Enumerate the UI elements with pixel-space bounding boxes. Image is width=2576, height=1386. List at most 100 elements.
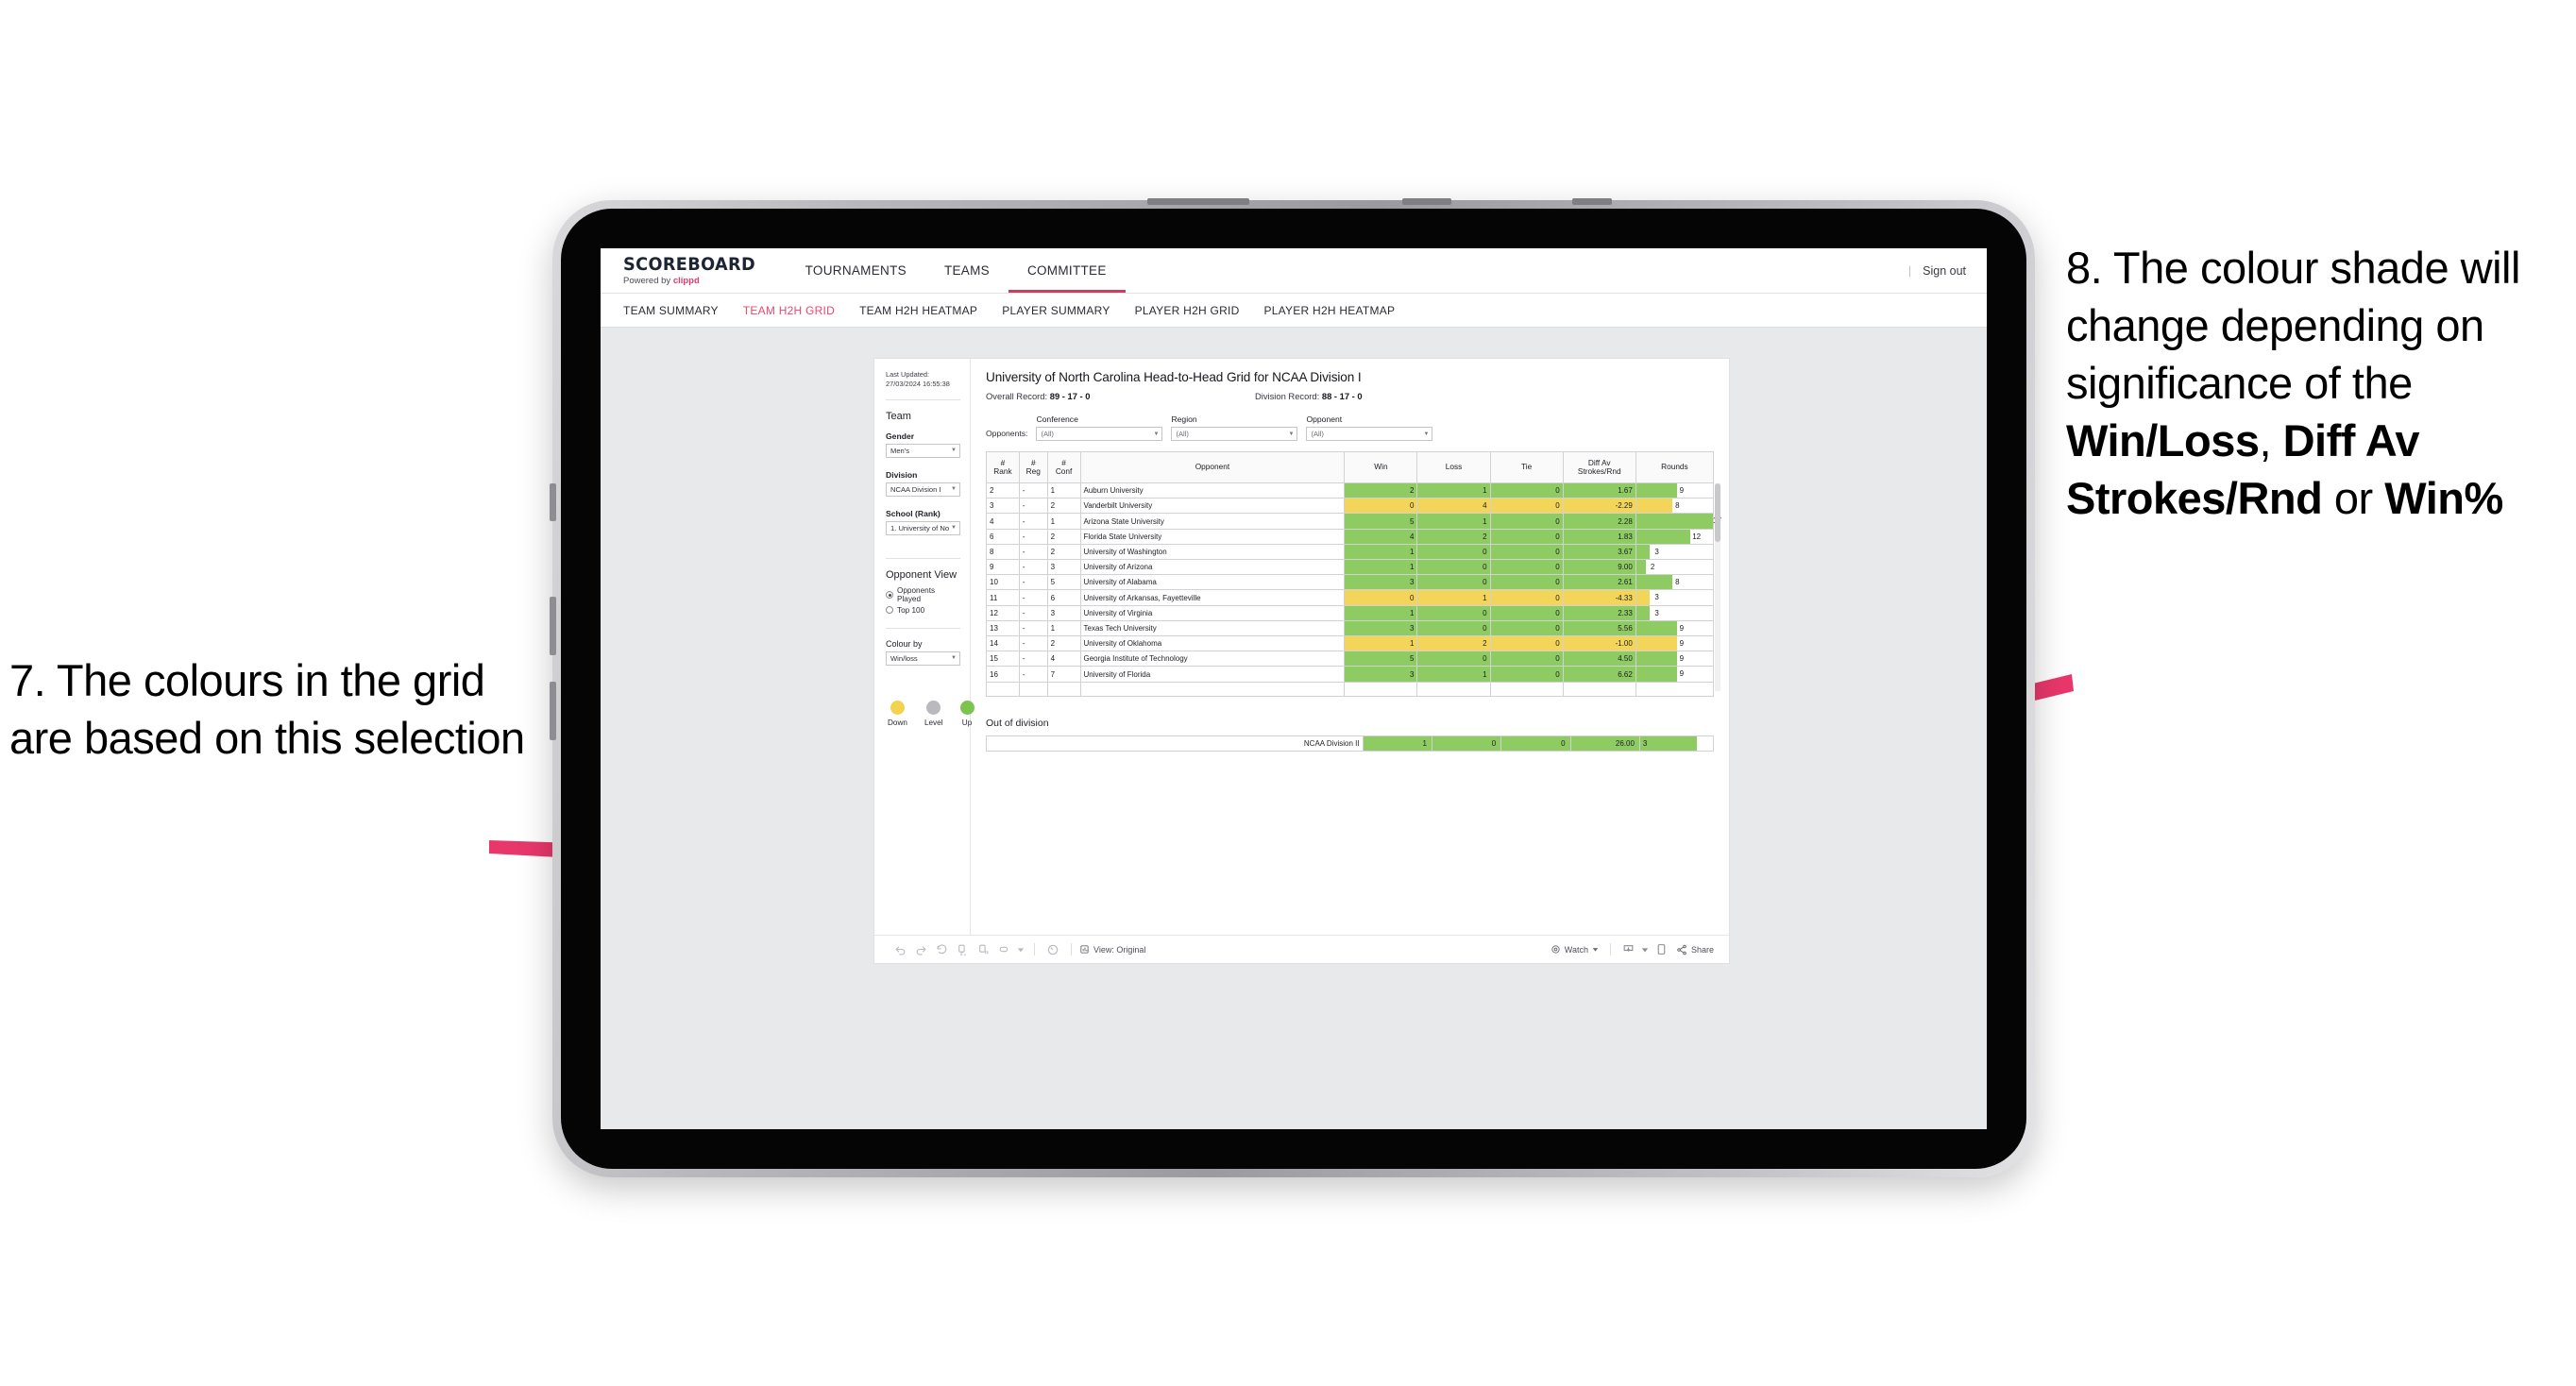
cell-rank: 2 xyxy=(986,482,1020,499)
tablet-screen: SCOREBOARD Powered by clippd TOURNAMENTS… xyxy=(601,248,1987,1129)
col-conf[interactable]: # Conf xyxy=(1046,451,1081,483)
cell-rank: 11 xyxy=(986,589,1020,606)
cell-reg: - xyxy=(1018,498,1048,515)
cell-loss: 0 xyxy=(1416,619,1491,637)
refresh-data-icon[interactable] xyxy=(952,939,973,960)
share-icon xyxy=(1677,944,1686,955)
subnav-team-h2h-grid[interactable]: TEAM H2H GRID xyxy=(743,304,835,317)
cell-conf: 2 xyxy=(1046,528,1081,545)
table-row[interactable]: 11-6 University of Arkansas, Fayetteville… xyxy=(986,589,1715,606)
school-rank-value: 1. University of Nort... xyxy=(890,523,950,532)
legend-label-level: Level xyxy=(924,718,943,727)
cell-reg: - xyxy=(1018,666,1048,683)
screenshot-root: 7. The colours in the grid are based on … xyxy=(0,0,2576,1386)
subnav-player-h2h-heatmap[interactable]: PLAYER H2H HEATMAP xyxy=(1264,304,1396,317)
annotation-left: 7. The colours in the grid are based on … xyxy=(9,655,525,764)
bezel-button-power[interactable] xyxy=(550,483,556,521)
table-row[interactable]: 4-1Arizona State University5102.2817 xyxy=(986,513,1721,530)
col-diff[interactable]: Diff Av Strokes/Rnd xyxy=(1562,451,1636,483)
col-rounds[interactable]: Rounds xyxy=(1635,451,1715,483)
undo-icon[interactable] xyxy=(890,939,910,960)
table-row[interactable]: 14-2 University of Oklahoma 1 2 0 -1.00 9 xyxy=(986,635,1715,652)
share-view-icon[interactable] xyxy=(993,939,1014,960)
filter-opponent-value: (All) xyxy=(1311,430,1324,438)
alerts-icon[interactable] xyxy=(1042,939,1063,960)
cell-tie: 0 xyxy=(1489,543,1564,561)
grid-scrollbar-thumb[interactable] xyxy=(1715,483,1720,542)
sign-out-link[interactable]: Sign out xyxy=(1923,264,1966,278)
chevron-down-icon: ▼ xyxy=(1423,431,1430,437)
col-rank[interactable]: # Rank xyxy=(986,451,1020,483)
table-row[interactable]: 10-5 University of Alabama 3 0 0 2.61 8 xyxy=(986,574,1715,591)
download-icon[interactable] xyxy=(1618,939,1639,960)
nav-committee[interactable]: COMMITTEE xyxy=(1008,248,1126,293)
col-loss[interactable]: Loss xyxy=(1416,451,1491,483)
watch-button[interactable]: Watch xyxy=(1551,944,1599,955)
radio-top-100[interactable]: Top 100 xyxy=(886,606,960,615)
table-row[interactable]: 16-7 University of Florida 3 1 0 6.62 9 xyxy=(986,666,1715,683)
table-row[interactable]: 9-3 University of Arizona 1 0 0 9.00 2 xyxy=(986,559,1715,576)
col-tie[interactable]: Tie xyxy=(1489,451,1564,483)
radio-icon-unselected xyxy=(886,606,893,615)
colour-by-select[interactable]: Win/loss ▼ xyxy=(886,651,960,666)
rounds-value: 9 xyxy=(1679,639,1685,649)
brand-logo[interactable]: SCOREBOARD Powered by clippd xyxy=(601,248,787,293)
division-select[interactable]: NCAA Division I ▼ xyxy=(886,482,960,497)
cell-opponent: University of Alabama xyxy=(1079,574,1346,591)
col-win[interactable]: Win xyxy=(1344,451,1418,483)
nav-teams[interactable]: TEAMS xyxy=(925,248,1008,293)
table-row[interactable]: 2-1 Auburn University 2 1 0 1.67 9 xyxy=(986,482,1715,499)
cell-rounds: 12 xyxy=(1635,528,1715,545)
radio-opponents-played[interactable]: Opponents Played xyxy=(886,586,960,603)
view-original-button[interactable]: View: Original xyxy=(1079,944,1145,955)
chevron-down-icon[interactable] xyxy=(1014,939,1026,960)
table-row[interactable]: NCAA Division II 1 0 0 26.00 3 xyxy=(986,735,1715,752)
division-record-label: Division Record: xyxy=(1255,391,1322,401)
table-row[interactable]: 6-2 Florida State University 4 2 0 1.83 12 xyxy=(986,528,1715,545)
pause-icon[interactable] xyxy=(973,939,993,960)
gender-select[interactable]: Men's ▼ xyxy=(886,443,960,458)
share-button[interactable]: Share xyxy=(1676,944,1714,955)
device-preview-icon[interactable] xyxy=(1652,939,1672,960)
table-header-row: # Rank # Reg # Conf Opponent Win Loss Tie xyxy=(986,451,1715,483)
rounds-bar xyxy=(1635,667,1677,682)
redo-icon[interactable] xyxy=(910,939,931,960)
cell-reg: - xyxy=(1018,528,1048,545)
bezel-button-volume-up[interactable] xyxy=(550,597,556,655)
records-row: Overall Record: 89 - 17 - 0 Division Rec… xyxy=(986,391,1714,401)
filter-conference-select[interactable]: (All) ▼ xyxy=(1036,427,1163,441)
table-row[interactable]: 13-1 Texas Tech University 3 0 0 5.56 9 xyxy=(986,619,1715,637)
subnav-team-summary[interactable]: TEAM SUMMARY xyxy=(623,304,719,317)
table-row[interactable]: 3-2 Vanderbilt University 0 4 0 -2.29 8 xyxy=(986,498,1715,515)
school-rank-select[interactable]: 1. University of Nort... ▼ xyxy=(886,520,960,535)
col-reg[interactable]: # Reg xyxy=(1018,451,1048,483)
subnav-player-h2h-grid[interactable]: PLAYER H2H GRID xyxy=(1135,304,1240,317)
chevron-down-icon[interactable] xyxy=(1639,939,1652,960)
cell-diff: 4.50 xyxy=(1562,651,1636,668)
subnav-team-h2h-heatmap[interactable]: TEAM H2H HEATMAP xyxy=(859,304,977,317)
filter-opponent-select[interactable]: (All) ▼ xyxy=(1306,427,1433,441)
filter-region-select[interactable]: (All) ▼ xyxy=(1171,427,1298,441)
table-row[interactable]: 12-3 University of Virginia 1 0 0 2.33 3 xyxy=(986,604,1715,621)
cell-loss: 2 xyxy=(1416,528,1491,545)
cell-win: 5 xyxy=(1344,651,1418,668)
cell-opponent: Texas Tech University xyxy=(1079,619,1346,637)
col-opponent[interactable]: Opponent xyxy=(1079,451,1346,483)
rounds-bar xyxy=(1635,483,1677,499)
colour-legend: Down Level Up xyxy=(886,700,974,727)
cell-opponent: Arizona State University xyxy=(1079,513,1346,530)
table-row[interactable]: 8-2 University of Washington 1 0 0 3.67 3 xyxy=(986,543,1715,561)
nav-tournaments[interactable]: TOURNAMENTS xyxy=(787,248,925,293)
subnav-player-summary[interactable]: PLAYER SUMMARY xyxy=(1002,304,1110,317)
out-of-division-win: 1 xyxy=(1362,735,1432,752)
division-record: Division Record: 88 - 17 - 0 xyxy=(1255,391,1363,401)
revert-icon[interactable] xyxy=(931,939,952,960)
table-row[interactable]: 15-4 Georgia Institute of Technology 5 0 0 4.… xyxy=(986,651,1715,668)
rounds-value: 17 xyxy=(1710,514,1721,528)
bezel-button-volume-down[interactable] xyxy=(550,682,556,740)
annotation-right: 8. The colour shade will change dependin… xyxy=(2066,239,2576,527)
chevron-down-icon: ▼ xyxy=(1288,431,1295,437)
cell-tie: 0 xyxy=(1489,513,1564,530)
filter-conference: Conference (All) ▼ xyxy=(1036,414,1163,441)
cell-rounds: 2 xyxy=(1635,559,1715,576)
